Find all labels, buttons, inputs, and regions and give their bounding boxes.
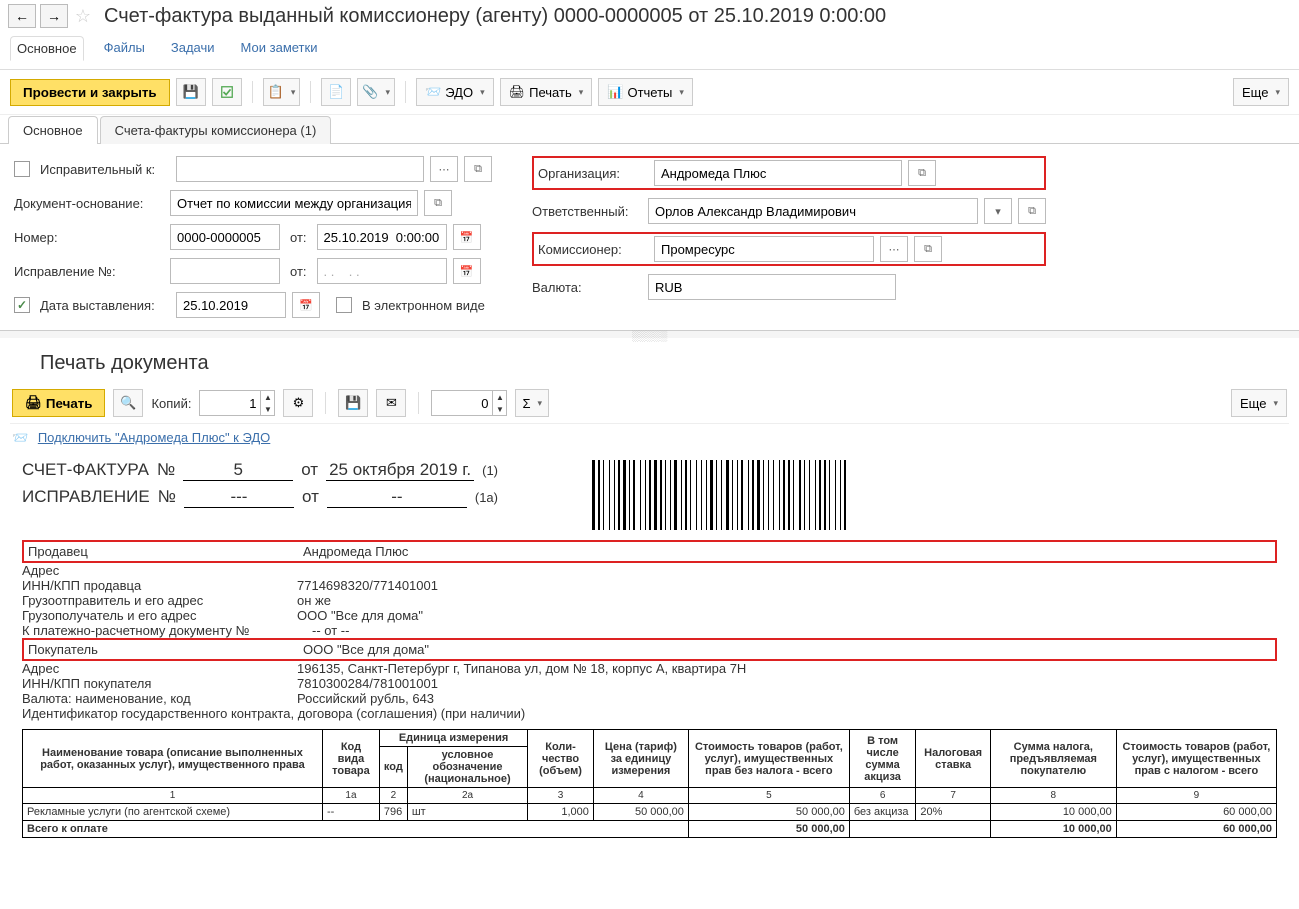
save-print-button[interactable]: 💾 bbox=[338, 389, 368, 417]
email-button[interactable]: ✉ bbox=[376, 389, 406, 417]
spin-down-icon[interactable]: ▼ bbox=[260, 403, 274, 415]
attach-button[interactable]: 📎▾ bbox=[357, 78, 395, 106]
page-input[interactable] bbox=[432, 396, 492, 411]
correction-num-input[interactable] bbox=[170, 258, 280, 284]
connect-edo-link[interactable]: Подключить "Андромеда Плюс" к ЭДО bbox=[38, 430, 270, 445]
navtab-main[interactable]: Основное bbox=[10, 36, 84, 61]
edo-icon: 📨 bbox=[12, 430, 28, 445]
correction-date-input[interactable] bbox=[317, 258, 447, 284]
correction-num-label: Исправление №: bbox=[14, 264, 164, 279]
commissioner-label: Комиссионер: bbox=[538, 242, 648, 257]
create-basis-button[interactable]: 📋▾ bbox=[263, 78, 301, 106]
reports-button[interactable]: 📊 Отчеты▾ bbox=[598, 78, 693, 106]
invoice-number-value: 5 bbox=[183, 460, 293, 481]
more-button[interactable]: Еще▾ bbox=[1233, 78, 1289, 106]
responsible-label: Ответственный: bbox=[532, 204, 642, 219]
print-action-button[interactable]: 🖨 Печать bbox=[12, 389, 105, 417]
save-button[interactable]: 💾 bbox=[176, 78, 206, 106]
from-label: от: bbox=[290, 230, 307, 245]
corr-from-label: от: bbox=[290, 264, 307, 279]
copies-input[interactable] bbox=[200, 396, 260, 411]
list-button[interactable]: 📄 bbox=[321, 78, 351, 106]
organization-input[interactable] bbox=[654, 160, 902, 186]
preview-button[interactable]: 🔍 bbox=[113, 389, 143, 417]
edo-button[interactable]: 📨 ЭДО▾ bbox=[416, 78, 494, 106]
splitter[interactable]: ░░░░░ bbox=[0, 330, 1299, 338]
forward-button[interactable]: → bbox=[40, 4, 68, 28]
issue-date-label: Дата выставления: bbox=[40, 298, 170, 313]
correction-hdr-label: ИСПРАВЛЕНИЕ bbox=[22, 487, 150, 507]
date-input[interactable] bbox=[317, 224, 447, 250]
print-more-button[interactable]: Еще▾ bbox=[1231, 389, 1287, 417]
tab-main[interactable]: Основное bbox=[8, 116, 98, 144]
basis-label: Документ-основание: bbox=[14, 196, 164, 211]
copies-spinner[interactable]: ▲▼ bbox=[199, 390, 275, 416]
sum-button[interactable]: Σ▾ bbox=[515, 389, 549, 417]
corrective-label: Исправительный к: bbox=[40, 162, 170, 177]
back-button[interactable]: ← bbox=[8, 4, 36, 28]
commissioner-open-icon[interactable]: ⧉ bbox=[914, 236, 942, 262]
responsible-input[interactable] bbox=[648, 198, 978, 224]
number-label: Номер: bbox=[14, 230, 164, 245]
correction-date-value: -- bbox=[327, 487, 467, 508]
page-title: Счет-фактура выданный комиссионеру (аген… bbox=[104, 5, 886, 28]
settings-button[interactable]: ⚙ bbox=[283, 389, 313, 417]
corrective-input[interactable] bbox=[176, 156, 424, 182]
currency-label: Валюта: bbox=[532, 280, 642, 295]
print-button[interactable]: 🖨 Печать▾ bbox=[500, 78, 593, 106]
organization-open-icon[interactable]: ⧉ bbox=[908, 160, 936, 186]
electronic-checkbox[interactable] bbox=[336, 297, 352, 313]
issue-date-input[interactable] bbox=[176, 292, 286, 318]
electronic-label: В электронном виде bbox=[362, 298, 485, 313]
commissioner-input[interactable] bbox=[654, 236, 874, 262]
number-input[interactable] bbox=[170, 224, 280, 250]
commissioner-select-icon[interactable]: ⋯ bbox=[880, 236, 908, 262]
navtab-tasks[interactable]: Задачи bbox=[165, 36, 221, 61]
page-spinner[interactable]: ▲▼ bbox=[431, 390, 507, 416]
basis-open-icon[interactable]: ⧉ bbox=[424, 190, 452, 216]
invoice-hdr-label: СЧЕТ-ФАКТУРА bbox=[22, 460, 149, 480]
organization-label: Организация: bbox=[538, 166, 648, 181]
currency-input[interactable] bbox=[648, 274, 896, 300]
invoice-table: Наименование товара (описание выполненны… bbox=[22, 729, 1277, 838]
correction-number-value: --- bbox=[184, 487, 294, 508]
responsible-dropdown-icon[interactable]: ▾ bbox=[984, 198, 1012, 224]
date-calendar-icon[interactable]: 📅 bbox=[453, 224, 481, 250]
invoice-date-value: 25 октября 2019 г. bbox=[326, 460, 474, 481]
post-button[interactable] bbox=[212, 78, 242, 106]
print-section-title: Печать документа bbox=[40, 352, 1289, 375]
corrective-open-icon[interactable]: ⧉ bbox=[464, 156, 492, 182]
favorite-star-icon[interactable]: ☆ bbox=[72, 5, 94, 27]
post-and-close-button[interactable]: Провести и закрыть bbox=[10, 79, 170, 106]
issue-date-checkbox[interactable] bbox=[14, 297, 30, 313]
corrective-select-icon[interactable]: ⋯ bbox=[430, 156, 458, 182]
issue-date-calendar-icon[interactable]: 📅 bbox=[292, 292, 320, 318]
barcode bbox=[592, 460, 850, 530]
navtab-files[interactable]: Файлы bbox=[98, 36, 151, 61]
navtab-notes[interactable]: Мои заметки bbox=[235, 36, 324, 61]
responsible-open-icon[interactable]: ⧉ bbox=[1018, 198, 1046, 224]
copies-label: Копий: bbox=[151, 396, 191, 411]
tab-commissioner-invoices[interactable]: Счета-фактуры комиссионера (1) bbox=[100, 116, 332, 144]
corr-date-calendar-icon[interactable]: 📅 bbox=[453, 258, 481, 284]
spin-up-icon[interactable]: ▲ bbox=[260, 391, 274, 403]
basis-input[interactable] bbox=[170, 190, 418, 216]
corrective-checkbox[interactable] bbox=[14, 161, 30, 177]
